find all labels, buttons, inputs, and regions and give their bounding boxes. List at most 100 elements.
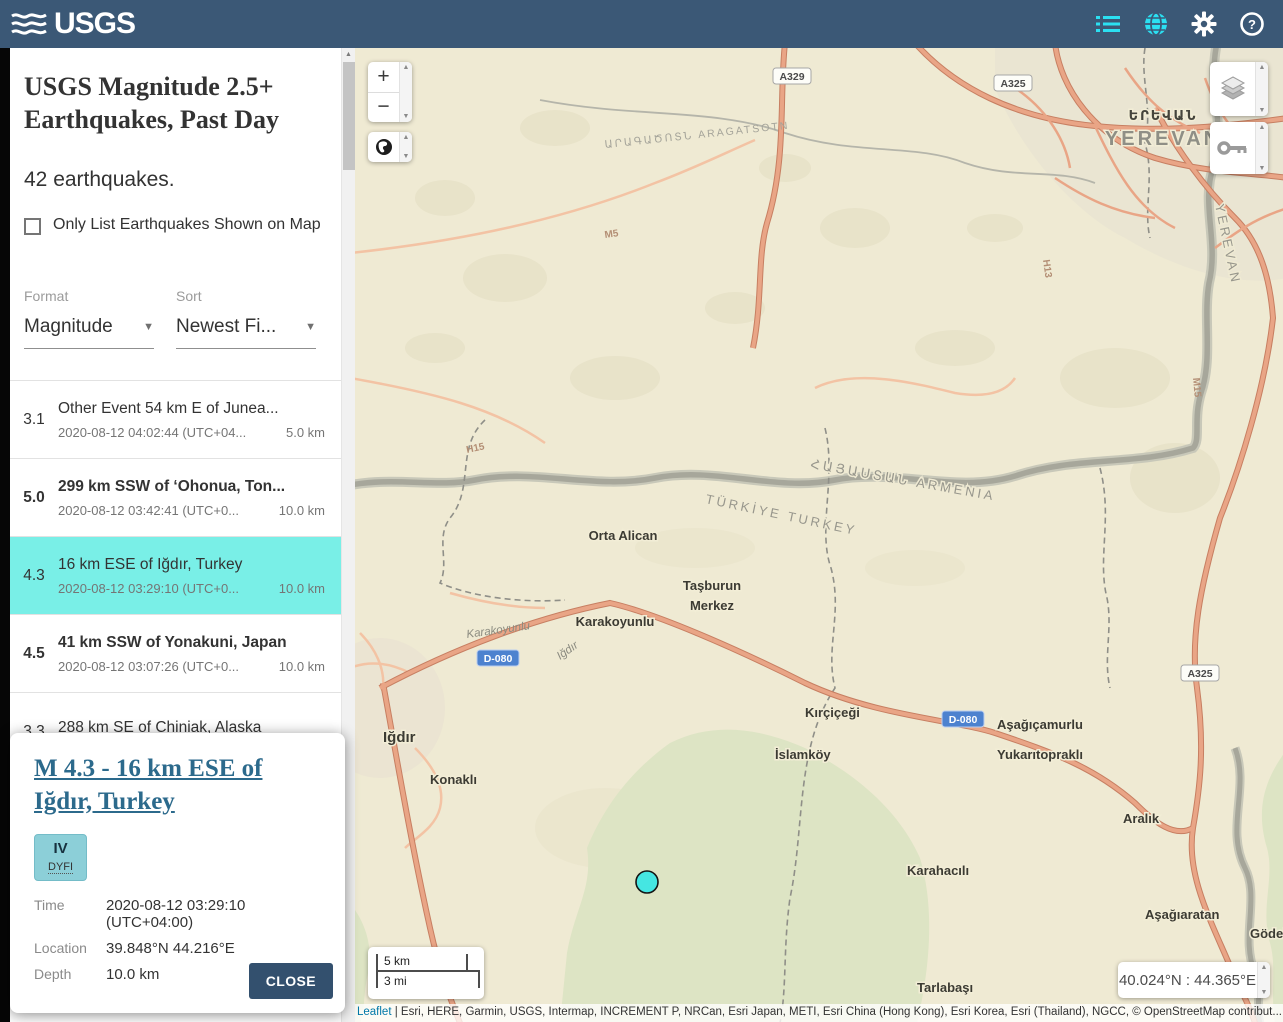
map-canvas[interactable]: ԱՐԱԳԱԾՈՏՆ ARAGATSOTN ԵՐԵՎԱՆ YEREVAN YERE… xyxy=(355,48,1283,1022)
magnitude: 4.3 xyxy=(10,567,58,585)
svg-text:Orta Alican: Orta Alican xyxy=(589,528,658,543)
earthquake-list: 3.1 Other Event 54 km E of Junea... 2020… xyxy=(10,380,341,770)
event-link-line2: Iğdır, Turkey xyxy=(34,786,321,819)
event-link[interactable]: M 4.3 - 16 km ESE of Iğdır, Turkey xyxy=(34,753,321,818)
attribution-text: | Esri, HERE, Garmin, USGS, Intermap, IN… xyxy=(392,1006,1282,1018)
sort-label: Sort xyxy=(176,288,202,304)
layers-control[interactable]: ▲ ▼ xyxy=(1210,62,1268,116)
scroll-up-icon[interactable]: ▲ xyxy=(1261,964,1268,971)
event-link-line1: M 4.3 - 16 km ESE of xyxy=(34,753,321,786)
scroll-down-icon[interactable]: ▼ xyxy=(1259,165,1266,172)
app-header: USGS xyxy=(0,0,1283,48)
event-title: Other Event 54 km E of Junea... xyxy=(58,400,325,418)
time-label: Time xyxy=(34,897,106,931)
control-scrollbar[interactable]: ▲ ▼ xyxy=(1255,62,1268,116)
scale-control: 5 km 3 mi ▲ ▼ xyxy=(368,947,484,999)
event-time: 2020-08-12 04:02:44 (UTC+04... xyxy=(58,425,246,440)
sort-select[interactable]: Newest Fi... ▼ xyxy=(176,316,316,349)
help-icon[interactable]: ? xyxy=(1239,11,1265,37)
sort-value: Newest Fi... xyxy=(176,316,276,338)
svg-text:Kırçiçeği: Kırçiçeği xyxy=(805,705,860,720)
layers-icon[interactable] xyxy=(1210,62,1255,116)
cursor-coordinates: 40.024°N : 44.365°E xyxy=(1118,962,1257,998)
leaflet-link[interactable]: Leaflet xyxy=(357,1006,392,1018)
control-scrollbar[interactable]: ▲ ▼ xyxy=(399,62,412,122)
svg-text:Konaklı: Konaklı xyxy=(430,772,477,787)
control-scrollbar[interactable]: ▲ ▼ xyxy=(399,132,412,162)
svg-text:Karakoyunlu: Karakoyunlu xyxy=(466,620,532,641)
scroll-up-icon[interactable]: ▲ xyxy=(403,134,410,141)
time-value: 2020-08-12 03:29:10 (UTC+04:00) xyxy=(106,897,321,931)
map-attribution: Leaflet | Esri, HERE, Garmin, USGS, Inte… xyxy=(355,1004,1283,1022)
event-detail-popup: M 4.3 - 16 km ESE of Iğdır, Turkey IV DY… xyxy=(10,733,345,1013)
svg-text:H13: H13 xyxy=(1040,259,1054,279)
map-key-control[interactable]: ▲ ▼ xyxy=(1210,122,1268,174)
list-item[interactable]: 3.1 Other Event 54 km E of Junea... 2020… xyxy=(10,380,341,458)
control-scrollbar[interactable]: ▲ ▼ xyxy=(1257,962,1270,998)
scroll-down-icon[interactable]: ▼ xyxy=(1259,107,1266,114)
format-select[interactable]: Magnitude ▼ xyxy=(24,316,154,349)
magnitude: 5.0 xyxy=(10,489,58,507)
gear-icon[interactable] xyxy=(1191,11,1217,37)
dyfi-label: DYFI xyxy=(48,861,73,874)
svg-text:M5: M5 xyxy=(604,228,620,241)
depth-value: 10.0 km xyxy=(106,966,159,983)
format-label: Format xyxy=(24,288,68,304)
event-depth: 10.0 km xyxy=(279,503,325,518)
close-button[interactable]: CLOSE xyxy=(249,963,333,999)
list-item-selected[interactable]: 4.3 16 km ESE of Iğdır, Turkey 2020-08-1… xyxy=(10,536,341,614)
svg-text:Iğdır: Iğdır xyxy=(383,729,416,746)
control-scrollbar[interactable]: ▲ ▼ xyxy=(1255,122,1268,174)
chevron-down-icon: ▼ xyxy=(305,321,316,333)
svg-text:D-080: D-080 xyxy=(949,714,978,726)
earthquake-marker[interactable] xyxy=(636,871,658,893)
scroll-down-icon[interactable]: ▼ xyxy=(403,113,410,120)
svg-text:TÜRKİYE TURKEY: TÜRKİYE TURKEY xyxy=(704,491,858,538)
chevron-down-icon: ▼ xyxy=(143,321,154,333)
world-extent-control[interactable]: ▲ ▼ xyxy=(368,132,412,162)
zoom-out-button[interactable]: − xyxy=(368,93,399,123)
svg-text:H15: H15 xyxy=(465,441,486,456)
svg-text:Karakoyunlu: Karakoyunlu xyxy=(576,614,655,629)
scroll-up-icon[interactable]: ▲ xyxy=(1259,124,1266,131)
event-depth: 5.0 km xyxy=(286,425,325,440)
list-item[interactable]: 5.0 299 km SSW of ‘Ohonua, Ton... 2020-0… xyxy=(10,458,341,536)
scroll-up-icon[interactable]: ▲ xyxy=(403,64,410,71)
window-left-edge xyxy=(0,48,10,1022)
magnitude: 4.5 xyxy=(10,645,58,663)
checkbox[interactable] xyxy=(24,218,41,235)
zoom-control[interactable]: + − ▲ ▼ xyxy=(368,62,412,122)
svg-text:Aşağıçamurlu: Aşağıçamurlu xyxy=(997,717,1083,732)
event-title: 299 km SSW of ‘Ohonua, Ton... xyxy=(58,478,325,496)
menu-list-icon[interactable] xyxy=(1095,11,1121,37)
svg-text:İslamköy: İslamköy xyxy=(775,747,831,762)
only-list-shown-checkbox-row[interactable]: Only List Earthquakes Shown on Map xyxy=(24,212,331,238)
event-depth: 10.0 km xyxy=(279,581,325,596)
key-icon[interactable] xyxy=(1210,122,1255,174)
scroll-down-icon[interactable]: ▼ xyxy=(1261,989,1268,996)
page-title: USGS Magnitude 2.5+ Earthquakes, Past Da… xyxy=(24,70,327,137)
basemap: ԱՐԱԳԱԾՈՏՆ ARAGATSOTN ԵՐԵՎԱՆ YEREVAN YERE… xyxy=(355,48,1283,1022)
dyfi-intensity-badge[interactable]: IV DYFI xyxy=(34,834,87,881)
format-value: Magnitude xyxy=(24,316,113,338)
event-time: 2020-08-12 03:07:26 (UTC+0... xyxy=(58,659,239,674)
zoom-in-button[interactable]: + xyxy=(368,62,399,93)
list-item[interactable]: 4.5 41 km SSW of Yonakuni, Japan 2020-08… xyxy=(10,614,341,692)
svg-text:D-080: D-080 xyxy=(484,653,513,665)
svg-text:Merkez: Merkez xyxy=(690,598,735,613)
svg-text:A329: A329 xyxy=(779,71,804,83)
globe-icon[interactable] xyxy=(1143,11,1169,37)
usgs-logo[interactable]: USGS xyxy=(10,7,135,41)
scrollbar-thumb[interactable] xyxy=(343,62,355,170)
event-title: 41 km SSW of Yonakuni, Japan xyxy=(58,634,325,652)
scroll-up-icon[interactable]: ▲ xyxy=(342,48,355,61)
location-value: 39.848°N 44.216°E xyxy=(106,940,235,957)
svg-text:Taşburun: Taşburun xyxy=(683,578,741,593)
scroll-down-icon[interactable]: ▼ xyxy=(403,153,410,160)
svg-text:Yukarıtopraklı: Yukarıtopraklı xyxy=(997,747,1083,762)
svg-text:?: ? xyxy=(1248,17,1256,32)
checkbox-label: Only List Earthquakes Shown on Map xyxy=(53,212,321,238)
scroll-up-icon[interactable]: ▲ xyxy=(1259,64,1266,71)
globe-extent-icon[interactable] xyxy=(368,132,399,162)
svg-text:Aralık: Aralık xyxy=(1123,811,1160,826)
